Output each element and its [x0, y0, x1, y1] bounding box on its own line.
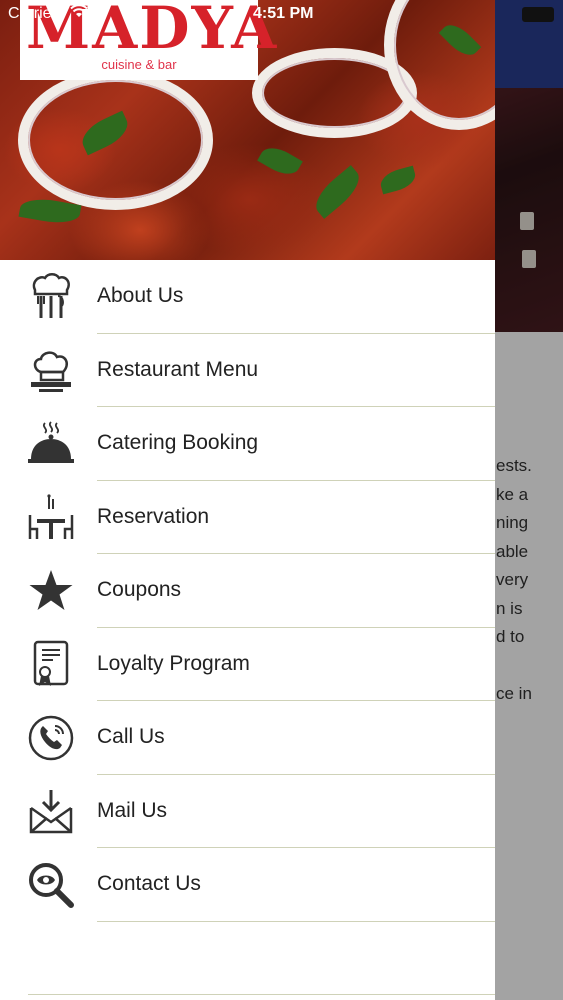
star-icon — [26, 566, 76, 616]
drawer-menu: About Us Restaurant Menu Catering Bookin… — [0, 260, 495, 922]
menu-item-label: Contact Us — [97, 872, 201, 895]
restaurant-utensils-icon — [26, 272, 76, 322]
menu-item-about-us[interactable]: About Us — [0, 260, 495, 334]
certificate-icon — [26, 640, 76, 690]
menu-item-label: Reservation — [97, 504, 210, 528]
menu-item-label: Loyalty Program — [97, 651, 250, 675]
herb-leaf-decor — [308, 165, 367, 219]
menu-item-restaurant-menu[interactable]: Restaurant Menu — [0, 334, 495, 407]
status-bar: Carrier 4:51 PM — [0, 0, 563, 28]
wifi-icon — [70, 4, 88, 23]
menu-item-contact-us[interactable]: Contact Us — [0, 848, 495, 922]
phone-icon — [26, 713, 76, 763]
menu-item-mail-us[interactable]: Mail Us — [0, 775, 495, 848]
menu-item-label: Catering Booking — [97, 431, 259, 454]
menu-divider — [28, 994, 495, 995]
menu-item-coupons[interactable]: Coupons — [0, 554, 495, 628]
menu-item-label: Restaurant Menu — [97, 357, 259, 381]
search-icon — [26, 860, 76, 910]
chef-hat-icon — [26, 346, 76, 396]
menu-item-label: Call Us — [97, 725, 165, 748]
menu-item-label: Coupons — [97, 578, 182, 601]
cloche-icon — [26, 419, 76, 469]
drawer-header-image: MADYA cuisine & bar — [0, 0, 495, 260]
menu-item-reservation[interactable]: Reservation — [0, 481, 495, 554]
mail-download-icon — [26, 787, 76, 837]
status-time: 4:51 PM — [253, 5, 314, 22]
menu-item-label: Mail Us — [97, 798, 168, 822]
dining-table-icon — [26, 493, 76, 543]
menu-item-loyalty-program[interactable]: Loyalty Program — [0, 628, 495, 701]
menu-item-catering-booking[interactable]: Catering Booking — [0, 407, 495, 481]
brand-tagline: cuisine & bar — [101, 57, 177, 72]
menu-item-label: About Us — [97, 284, 184, 307]
battery-icon — [522, 7, 554, 22]
carrier-label: Carrier — [8, 5, 57, 22]
menu-divider — [97, 920, 495, 922]
herb-leaf-decor — [257, 141, 303, 181]
side-drawer: MADYA cuisine & bar About Us Restaurant … — [0, 0, 495, 1000]
menu-item-call-us[interactable]: Call Us — [0, 701, 495, 775]
herb-leaf-decor — [378, 165, 418, 195]
